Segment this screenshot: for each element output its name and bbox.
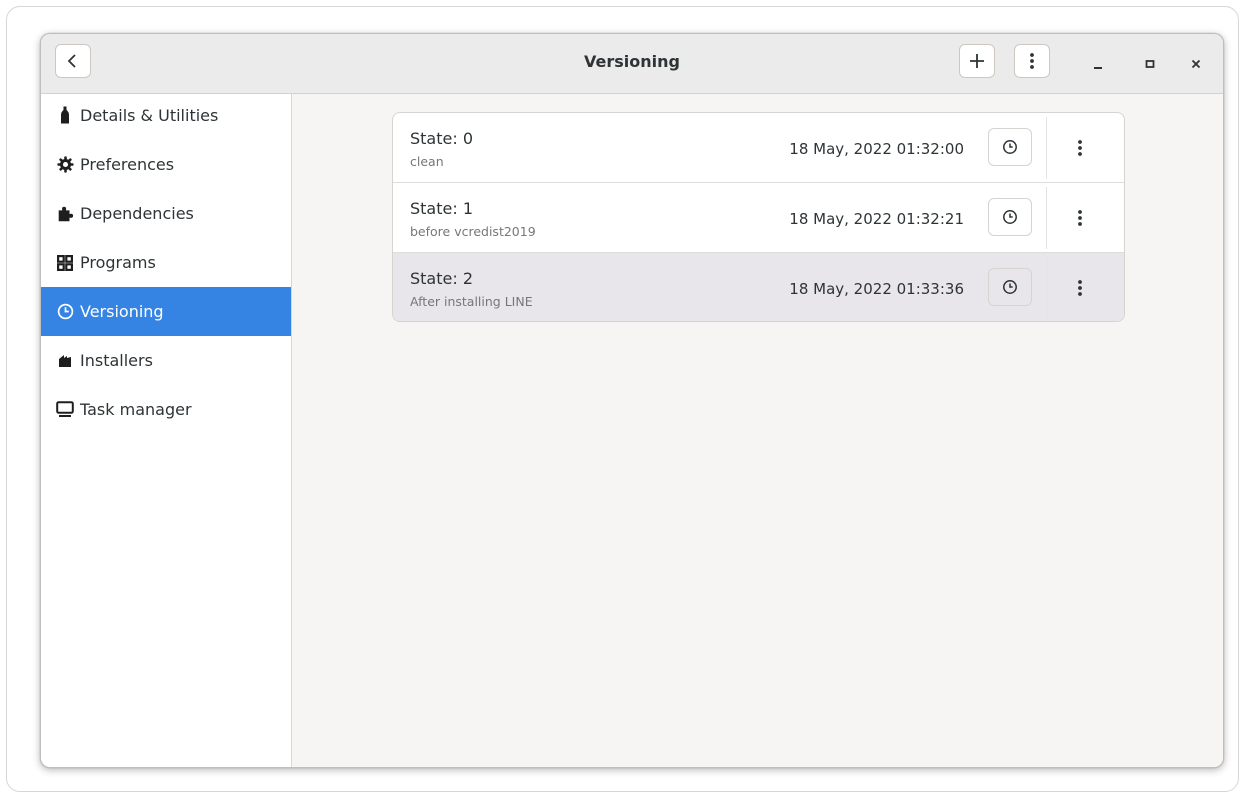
sidebar-item-preferences[interactable]: Preferences (41, 140, 291, 189)
clock-icon (1003, 280, 1017, 294)
state-timestamp: 18 May, 2022 01:32:00 (789, 140, 964, 158)
monitor-icon (56, 401, 74, 419)
state-row[interactable]: State: 1 before vcredist2019 18 May, 202… (393, 183, 1124, 253)
maximize-button[interactable] (1138, 52, 1162, 76)
close-button[interactable] (1184, 52, 1208, 76)
state-list: State: 0 clean 18 May, 2022 01:32:00 Sta… (392, 112, 1125, 322)
state-title: State: 2 (410, 269, 474, 288)
state-menu-button[interactable] (1065, 203, 1095, 233)
bottle-icon (56, 106, 74, 124)
sidebar-item-details-utilities[interactable]: Details & Utilities (41, 94, 291, 140)
sidebar-item-task-manager[interactable]: Task manager (41, 385, 291, 434)
state-timestamp: 18 May, 2022 01:32:21 (789, 210, 964, 228)
minimize-button[interactable] (1086, 52, 1110, 76)
puzzle-icon (56, 205, 74, 223)
minimize-icon (1094, 67, 1102, 69)
state-comment: clean (410, 154, 444, 169)
state-comment: After installing LINE (410, 294, 533, 309)
restore-state-button[interactable] (988, 128, 1032, 166)
sidebar-item-label: Task manager (80, 400, 192, 419)
kebab-menu-icon (1078, 280, 1082, 296)
state-title: State: 0 (410, 129, 474, 148)
state-row[interactable]: State: 0 clean 18 May, 2022 01:32:00 (393, 113, 1124, 183)
sidebar-item-programs[interactable]: Programs (41, 238, 291, 287)
sidebar-item-versioning[interactable]: Versioning (41, 287, 291, 336)
kebab-menu-icon (1078, 210, 1082, 226)
sidebar: Details & Utilities Preferences Dependen… (41, 94, 292, 767)
plus-icon (970, 54, 984, 68)
sidebar-item-label: Details & Utilities (80, 105, 219, 125)
versioning-content: State: 0 clean 18 May, 2022 01:32:00 Sta… (292, 94, 1223, 767)
state-comment: before vcredist2019 (410, 224, 536, 239)
app-window: Versioning Details & Utilities Preferenc… (40, 33, 1224, 768)
gear-icon (56, 156, 74, 174)
sidebar-item-dependencies[interactable]: Dependencies (41, 189, 291, 238)
clock-icon (1003, 210, 1017, 224)
sidebar-item-label: Dependencies (80, 204, 194, 223)
state-timestamp: 18 May, 2022 01:33:36 (789, 280, 964, 298)
sidebar-item-label: Installers (80, 351, 153, 370)
grid-icon (56, 254, 74, 272)
kebab-menu-icon (1030, 53, 1034, 69)
state-title: State: 1 (410, 199, 474, 218)
clock-icon (1003, 140, 1017, 154)
back-button[interactable] (55, 44, 91, 78)
box-icon (56, 352, 74, 370)
main-menu-button[interactable] (1014, 44, 1050, 78)
row-divider (1046, 187, 1047, 249)
restore-state-button[interactable] (988, 268, 1032, 306)
row-divider (1046, 257, 1047, 319)
row-divider (1046, 117, 1047, 179)
sidebar-item-label: Versioning (80, 302, 164, 321)
maximize-icon (1145, 60, 1155, 68)
chevron-left-icon (67, 54, 76, 68)
close-icon (1191, 59, 1201, 69)
restore-state-button[interactable] (988, 198, 1032, 236)
sidebar-item-installers[interactable]: Installers (41, 336, 291, 385)
state-menu-button[interactable] (1065, 133, 1095, 163)
sidebar-item-label: Programs (80, 253, 156, 272)
sidebar-item-label: Preferences (80, 155, 175, 174)
kebab-menu-icon (1078, 140, 1082, 156)
headerbar: Versioning (41, 34, 1223, 94)
state-row[interactable]: State: 2 After installing LINE 18 May, 2… (393, 253, 1124, 321)
clock-icon (56, 303, 74, 321)
state-menu-button[interactable] (1065, 273, 1095, 303)
add-state-button[interactable] (959, 44, 995, 78)
